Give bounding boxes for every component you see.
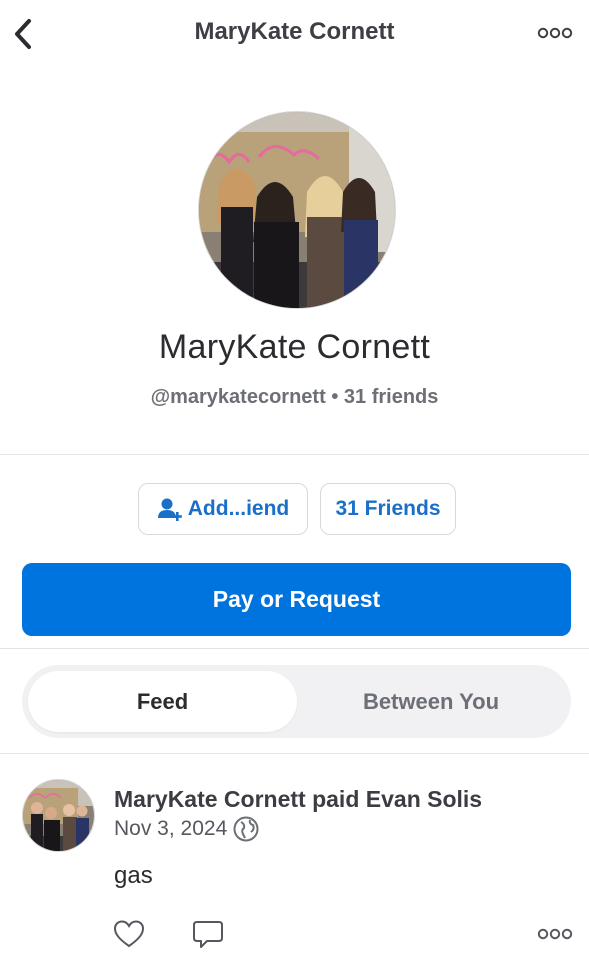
feed-item-avatar[interactable] xyxy=(22,779,95,852)
more-dots-icon xyxy=(537,928,573,940)
top-bar: MaryKate Cornett xyxy=(0,0,589,66)
comment-icon xyxy=(193,921,223,948)
feed-item-date: Nov 3, 2024 xyxy=(114,817,228,840)
profile-name: MaryKate Cornett xyxy=(158,328,431,366)
more-options-button[interactable] xyxy=(535,22,575,44)
feed-item-more-button[interactable] xyxy=(535,924,575,944)
comment-button[interactable] xyxy=(190,918,226,950)
profile-photo xyxy=(199,112,395,308)
page-title: MaryKate Cornett xyxy=(194,18,395,45)
friends-count[interactable]: 31 friends xyxy=(344,386,438,408)
add-friend-button[interactable]: Add...iend xyxy=(138,483,308,535)
profile-handle: @marykatecornett xyxy=(150,386,326,408)
divider xyxy=(0,753,589,754)
profile-avatar[interactable] xyxy=(198,111,396,309)
pay-button-label: Pay or Request xyxy=(212,586,381,612)
globe-icon xyxy=(233,816,259,842)
like-button[interactable] xyxy=(112,918,146,950)
tab-feed[interactable]: Feed xyxy=(28,671,297,732)
feed-item-meta: Nov 3, 2024 xyxy=(114,816,259,842)
feed-item-headline: MaryKate Cornett paid Evan Solis xyxy=(114,786,483,812)
friends-button-label: 31 Friends xyxy=(335,497,441,520)
separator-dot: • xyxy=(331,386,339,408)
add-person-icon xyxy=(157,498,182,521)
divider xyxy=(0,454,589,455)
friends-button[interactable]: 31 Friends xyxy=(320,483,456,535)
heart-icon xyxy=(113,920,145,948)
divider xyxy=(0,648,589,649)
more-dots-icon xyxy=(537,27,573,39)
profile-subtitle: @marykatecornett • 31 friends xyxy=(0,386,589,409)
pay-or-request-button[interactable]: Pay or Request xyxy=(22,563,571,636)
tab-between-you[interactable]: Between You xyxy=(297,671,565,732)
add-friend-label: Add...iend xyxy=(187,497,290,520)
feed-tabs: Feed Between You xyxy=(22,665,571,738)
feed-item-note: gas xyxy=(114,862,153,889)
profile-photo xyxy=(23,780,94,851)
